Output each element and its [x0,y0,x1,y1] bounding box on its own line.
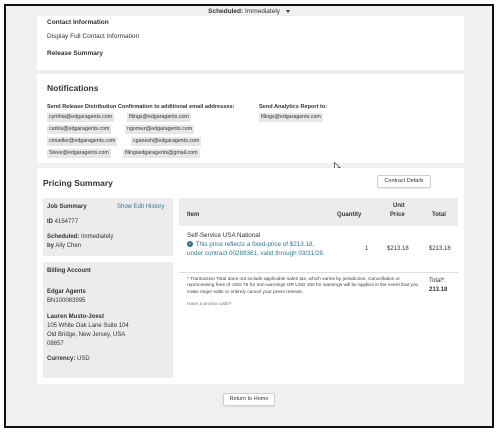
job-scheduled-value: Immediately [81,234,114,240]
pricing-table-header: Item Quantity Unit Price Total [179,198,458,226]
email-chip[interactable]: filingsedgaragents@gmail.com [123,149,200,158]
email-chip[interactable]: Steve@edgaragents.com [47,149,111,158]
job-scheduled: Scheduled: Immediately [47,234,113,240]
disclaimer-text: * Transaction Total does not include app… [187,277,419,295]
job-by-value: Ally Chen [55,243,82,249]
pricing-title: Pricing Summary [43,178,113,188]
billing-contact-name: Lauren Musto-Joest [47,314,105,320]
job-id-label: ID [47,219,53,225]
billing-currency-value: USD [77,356,90,362]
column-header-total: Total [432,212,446,218]
email-chip[interactable]: carlos@edgaragents.com [47,125,112,134]
job-scheduled-label: Scheduled: [47,234,80,240]
analytics-email-chip[interactable]: filings@edgaragents.com [259,113,323,122]
contact-heading: Contact Information [47,19,109,26]
job-id-value: 4154777 [54,219,79,225]
billing-zip: 08857 [47,341,64,347]
email-chip[interactable]: filings@edgaragents.com [127,113,191,122]
column-header-unit-price-line2: Price [390,212,405,218]
scheduled-value: Immediately [245,8,281,15]
chevron-down-icon [285,9,290,13]
price-note-text: This price reflects a fixed-price of $21… [187,241,325,257]
item-quantity: 1 [365,246,369,252]
column-header-item: Item [187,212,200,218]
billing-title: Billing Account [47,268,91,274]
pricing-card: Pricing Summary Contract Details Job Sum… [37,168,464,384]
return-to-home-button[interactable]: Return to Home [223,393,275,406]
item-name: Self-Service USA National [187,232,261,239]
divider [179,272,458,273]
release-summary-heading: Release Summary [47,50,104,57]
billing-currency: Currency: USD [47,356,90,362]
job-summary-panel: Job Summary Show Edit History ID 4154777… [43,198,173,256]
email-chip[interactable]: ngomez@edgaragents.com [125,125,195,134]
item-total: $213.18 [429,246,451,252]
notifications-card: Notifications Send Release Distribution … [37,74,464,163]
billing-account-panel: Billing Account Edgar Agents BN100083995… [43,262,173,378]
analytics-label: Send Analytics Report to: [259,104,328,110]
display-contact-link[interactable]: Display Full Contact Information [47,33,139,40]
price-note: i This price reflects a fixed-price of $… [187,241,329,258]
show-edit-history-link[interactable]: Show Edit History [117,204,164,210]
promo-code-link[interactable]: Have a promo code? [187,302,232,307]
column-header-unit-price-line1: Unit [393,203,405,209]
billing-address-line1: 105 White Oak Lane Suite 104 [47,323,129,329]
scheduled-label: Scheduled: [208,8,244,15]
info-icon: i [187,241,193,248]
distribution-label: Send Release Distribution Confirmation t… [47,104,235,110]
job-id: ID 4154777 [47,219,78,225]
job-summary-title: Job Summary [47,204,87,210]
email-chip[interactable]: cmueller@edgaragents.com [47,137,118,146]
email-chip[interactable]: cynthia@edgaragents.com [47,113,115,122]
item-unit-price: $213.18 [387,246,409,252]
billing-address-line2: Old Bridge, New Jersey, USA [47,332,126,338]
billing-currency-label: Currency: [47,356,76,362]
job-by: by Ally Chen [47,243,81,249]
app-frame: Scheduled: Immediately Contact Informati… [4,4,494,428]
contact-card: Contact Information Display Full Contact… [37,16,464,70]
notifications-title: Notifications [47,83,99,93]
email-chip[interactable]: cganesh@edgaragents.com [131,137,202,146]
billing-account-number: BN100083995 [47,298,86,304]
job-by-label: by [47,243,55,249]
contract-details-button[interactable]: Contract Details [377,175,431,188]
billing-company: Edgar Agents [47,289,86,295]
total-value: 213.18 [429,287,448,293]
total-label: Total*: [429,278,446,284]
column-header-quantity: Quantity [337,212,362,218]
